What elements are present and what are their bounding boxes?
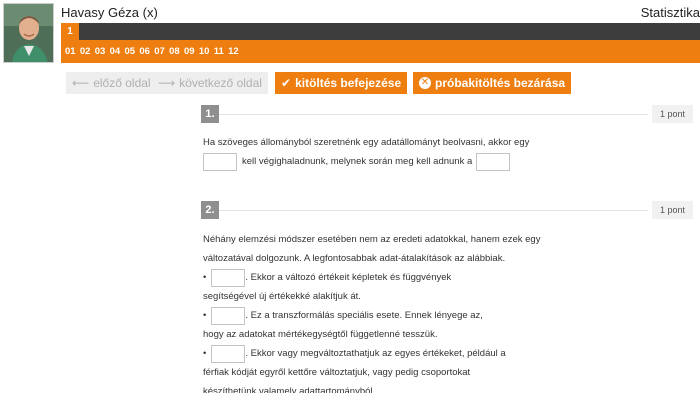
points-badge: 1 pont (652, 105, 693, 123)
close-trial-label: próbakitöltés bezárása (435, 76, 566, 90)
bullet: • (203, 310, 207, 321)
user-avatar (3, 3, 54, 63)
answer-blank[interactable] (211, 344, 246, 363)
question-number: 1. (201, 105, 219, 123)
close-circle-icon: ✕ (419, 77, 431, 89)
course-title: Statisztika (640, 5, 700, 20)
question-line: . Ez a transzformálás speciális esete. E… (245, 310, 483, 321)
question-line: készíthetünk valamely adattartományból. (203, 386, 376, 393)
question-link[interactable]: 12 (228, 46, 239, 57)
question-divider (219, 210, 648, 211)
finish-button[interactable]: ✔ kitöltés befejezése (275, 72, 408, 94)
answer-blank[interactable] (203, 152, 237, 171)
close-trial-button[interactable]: ✕ próbakitöltés bezárása (413, 72, 572, 94)
arrow-right-icon: ⟶ (158, 76, 176, 90)
question-divider (219, 114, 648, 115)
user-name: Havasy Géza (x) (61, 5, 158, 20)
question-link[interactable]: 09 (184, 46, 195, 57)
page-tab-current[interactable]: 1 (61, 23, 79, 40)
question-link[interactable]: 11 (214, 46, 224, 57)
finish-label: kitöltés befejezése (295, 76, 402, 90)
prev-page-label: előző oldal (93, 76, 151, 90)
arrow-left-icon: ⟵ (72, 76, 90, 90)
question-link[interactable]: 05 (125, 46, 136, 57)
answer-blank[interactable] (211, 268, 246, 287)
question-line: . Ekkor a változó értékeit képletek és f… (245, 272, 452, 283)
question-text: Néhány elemzési módszer esetében nem az … (203, 230, 540, 393)
question-link[interactable]: 03 (95, 46, 106, 57)
question-link[interactable]: 02 (80, 46, 91, 57)
answer-blank[interactable] (476, 152, 511, 171)
question-line: Néhány elemzési módszer esetében nem az … (203, 234, 541, 245)
question-line: hogy az adatokat mértékegységtől függetl… (203, 329, 438, 340)
bullet: • (203, 272, 207, 283)
question-link[interactable]: 08 (169, 46, 180, 57)
question-line: . Ekkor vagy megváltoztathatjuk az egyes… (245, 348, 506, 359)
next-page-button[interactable]: ⟶ következő oldal (152, 72, 268, 94)
prev-page-button[interactable]: ⟵ előző oldal (66, 72, 157, 94)
question-line: segítségével új értékekké alakítjuk át. (203, 291, 361, 302)
question-text: Ha szöveges állományból szeretnénk egy a… (203, 133, 529, 171)
question-link[interactable]: 04 (110, 46, 121, 57)
check-icon: ✔ (281, 76, 292, 90)
question-link[interactable]: 10 (199, 46, 210, 57)
question-line: Ha szöveges állományból szeretnénk egy a… (203, 137, 530, 148)
points-badge: 1 pont (652, 201, 693, 219)
question-line: férfiak kódját egyről kettőre változtatj… (203, 367, 471, 378)
question-link[interactable]: 01 (65, 46, 76, 57)
answer-blank[interactable] (211, 306, 246, 325)
bullet: • (203, 348, 207, 359)
question-nav-bar: 01 02 03 04 05 06 07 08 09 10 11 12 (61, 40, 700, 63)
question-link[interactable]: 07 (154, 46, 165, 57)
question-line: kell végighaladnunk, melynek során meg k… (242, 156, 473, 167)
next-page-label: következő oldal (179, 76, 262, 90)
page-tab-bar: 1 (61, 23, 700, 40)
question-number: 2. (201, 201, 219, 219)
question-line: változatával dolgozunk. A legfontosabbak… (203, 253, 506, 264)
question-link[interactable]: 06 (139, 46, 150, 57)
